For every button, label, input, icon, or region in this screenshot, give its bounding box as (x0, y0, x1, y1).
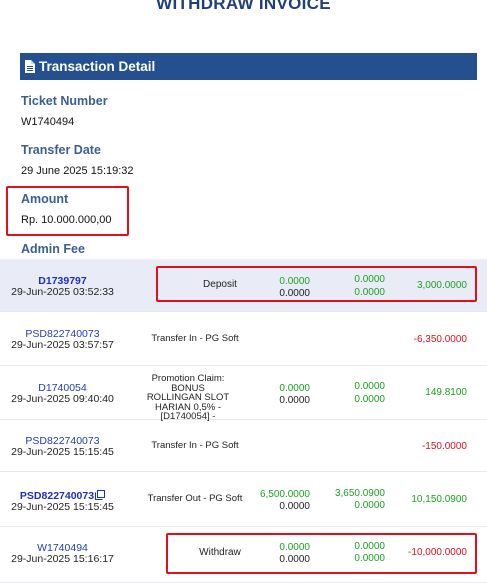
transaction-reference: PSD822740073 29-Jun-2025 15:15:45 (0, 490, 125, 513)
transaction-datetime: 29-Jun-2025 15:15:45 (11, 501, 114, 513)
amount-value: Rp. 10.000.000,00 (21, 214, 112, 226)
balance-after-bottom: 0.0000 (354, 500, 385, 511)
transaction-datetime: 29-Jun-2025 15:16:17 (11, 553, 114, 565)
transaction-amount: 149.8100 (425, 387, 467, 398)
balance-before-top: 0.0000 (279, 383, 310, 394)
copy-icon[interactable] (95, 490, 106, 500)
amount-label: Amount (21, 192, 69, 206)
transaction-datetime: 29-Jun-2025 09:40:40 (11, 393, 114, 405)
transaction-description: Promotion Claim: BONUS ROLLINGAN SLOT HA… (146, 373, 230, 422)
transaction-reference: PSD822740073 29-Jun-2025 03:57:57 (0, 329, 125, 351)
balance-before-top: 6,500.0000 (259, 489, 310, 500)
document-icon (25, 60, 35, 73)
transfer-date-label: Transfer Date (21, 143, 101, 157)
page-title: WITHDRAW INVOICE (156, 0, 331, 13)
withdraw-highlight (166, 533, 477, 574)
section-title: Transaction Detail (39, 59, 156, 74)
balance-after-bottom: 0.0000 (354, 394, 385, 405)
transaction-datetime: 29-Jun-2025 15:15:45 (11, 446, 114, 458)
transaction-amount: -6,350.0000 (413, 334, 467, 345)
transaction-description: Transfer In - PG Soft (151, 333, 239, 344)
table-row: PSD822740073 29-Jun-2025 15:15:45 Transf… (0, 420, 487, 472)
balance-before-bottom: 0.0000 (279, 501, 310, 512)
transfer-date-value: 29 June 2025 15:19:32 (21, 165, 134, 177)
ticket-number-label: Ticket Number (21, 94, 108, 108)
section-header: Transaction Detail (20, 53, 477, 80)
table-row: W1740494 29-Jun-2025 15:16:17 Withdraw 0… (0, 527, 487, 583)
transaction-reference: W1740494 29-Jun-2025 15:16:17 (0, 543, 125, 565)
transaction-reference: PSD822740073 29-Jun-2025 15:15:45 (0, 436, 125, 458)
admin-fee-label: Admin Fee (21, 242, 85, 256)
transaction-datetime: 29-Jun-2025 03:52:33 (11, 286, 114, 298)
ticket-number-value: W1740494 (21, 116, 75, 128)
table-row: PSD822740073 29-Jun-2025 15:15:45 Transf… (0, 472, 487, 527)
transaction-amount: -150.0000 (421, 441, 467, 452)
balance-after-top: 3,650.0900 (334, 488, 385, 499)
deposit-highlight (156, 266, 477, 302)
transaction-reference: D1740054 29-Jun-2025 09:40:40 (0, 383, 125, 405)
table-row: D1739797 29-Jun-2025 03:52:33 Deposit 0.… (0, 259, 487, 312)
balance-before-bottom: 0.0000 (279, 395, 310, 406)
transaction-description: Transfer In - PG Soft (151, 440, 239, 451)
transaction-amount: 10,150.0900 (411, 494, 467, 505)
balance-after-top: 0.0000 (354, 381, 385, 392)
transaction-datetime: 29-Jun-2025 03:57:57 (11, 339, 114, 351)
table-row: D1740054 29-Jun-2025 09:40:40 Promotion … (0, 366, 487, 422)
table-row: PSD822740073 29-Jun-2025 03:57:57 Transf… (0, 312, 487, 366)
transaction-reference: D1739797 29-Jun-2025 03:52:33 (0, 276, 125, 298)
